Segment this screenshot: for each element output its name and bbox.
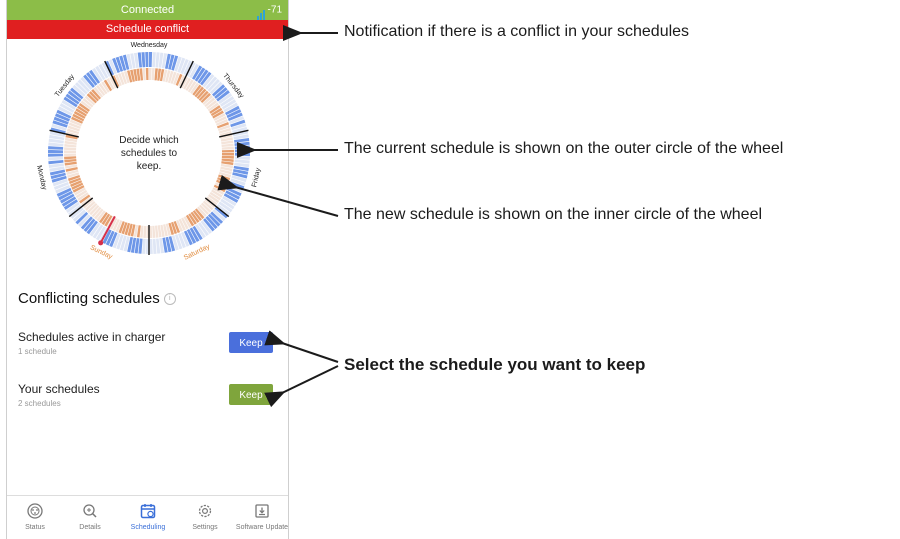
annotation-arrows (217, 25, 339, 408)
annotation-conflict: Notification if there is a conflict in y… (344, 23, 690, 40)
annotation-outer-circle: The current schedule is shown on the out… (344, 140, 784, 157)
annotation-inner-circle: The new schedule is shown on the inner c… (344, 206, 763, 223)
keep-arrow-bottom (264, 365, 339, 408)
annotation-keep: Select the schedule you want to keep (344, 355, 646, 374)
inner-circle-arrow (217, 174, 339, 217)
keep-arrow-top (264, 330, 339, 363)
